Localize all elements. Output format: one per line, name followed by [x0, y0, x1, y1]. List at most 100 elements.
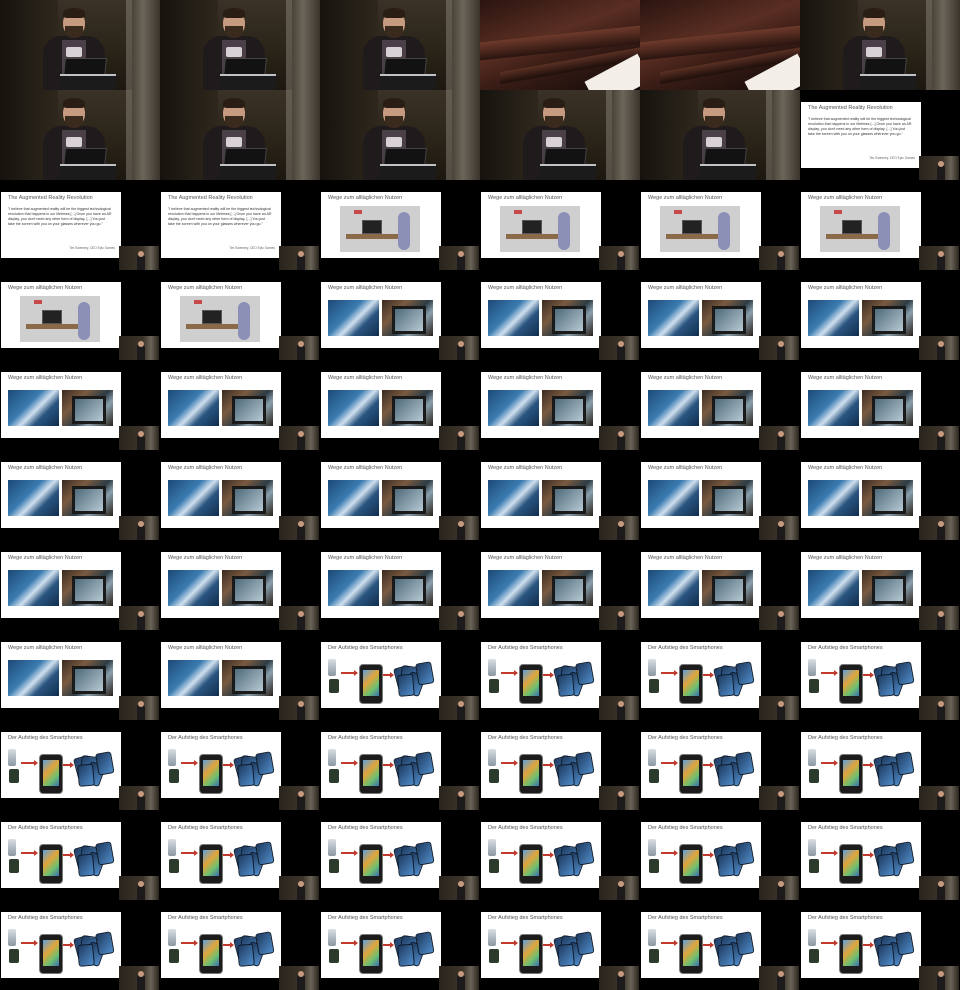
slide-everyday-use: Wege zum alltäglichen Nutzen [321, 552, 441, 618]
tablet [72, 576, 106, 604]
speaker-inset [919, 876, 959, 900]
speaker-inset [599, 336, 639, 360]
iphone-screen [843, 940, 859, 966]
photo-ar-city [168, 660, 219, 696]
smartphones-pile [873, 931, 915, 968]
frame-photos: Wege zum alltäglichen Nutzen [0, 630, 160, 720]
speaker-inset-head [458, 971, 464, 977]
slide-everyday-use: Wege zum alltäglichen Nutzen [161, 372, 281, 438]
smartphone-shape [237, 943, 255, 967]
speaker-inset [439, 336, 479, 360]
stage-wall-right [612, 90, 640, 180]
speaker-inset-head [298, 791, 304, 797]
slide-smartphone: Der Aufstieg des Smartphones [321, 732, 441, 798]
tablet [552, 396, 586, 424]
speaker-inset [759, 966, 799, 990]
speaker-beard [385, 26, 403, 38]
feature-phone [328, 749, 336, 766]
speaker-logo [226, 47, 242, 57]
slide-everyday-use: Wege zum alltäglichen Nutzen [801, 282, 921, 348]
speaker-inset [919, 246, 959, 270]
arrow [501, 940, 518, 946]
arrow [821, 670, 838, 676]
photo-ar-city [328, 480, 379, 516]
smartphones-pile [73, 841, 115, 878]
arrow [821, 940, 838, 946]
arrow [383, 852, 394, 858]
smartphone-shape [415, 841, 435, 866]
feature-phone [648, 749, 656, 766]
slide-title: Der Aufstieg des Smartphones [168, 915, 243, 921]
slide-title: Wege zum alltäglichen Nutzen [328, 465, 403, 471]
frame-quote: The Augmented Reality Revolution "I belie… [160, 180, 320, 270]
pda-phone [809, 949, 819, 963]
arrow [383, 672, 394, 678]
slide-everyday-use: Wege zum alltäglichen Nutzen [481, 192, 601, 258]
speaker-inset [279, 876, 319, 900]
frame-ceiling [480, 0, 640, 90]
feature-phone [8, 839, 16, 856]
speaker-inset [919, 336, 959, 360]
slide-everyday-use: Wege zum alltäglichen Nutzen [481, 282, 601, 348]
room-image [660, 206, 740, 252]
tablet [872, 396, 906, 424]
room-image [500, 206, 580, 252]
photo-ar-tablet [702, 300, 753, 336]
frame-speaker [0, 0, 160, 90]
speaker-inset [759, 696, 799, 720]
photo-ar-tablet [62, 570, 113, 606]
tablet [72, 396, 106, 424]
frame-photos: Wege zum alltäglichen Nutzen [0, 540, 160, 630]
pda-phone [489, 769, 499, 783]
speaker-inset [599, 966, 639, 990]
slide-title: Wege zum alltäglichen Nutzen [488, 465, 563, 471]
slide-title: Der Aufstieg des Smartphones [488, 825, 563, 831]
slide-everyday-use: Wege zum alltäglichen Nutzen [641, 372, 761, 438]
speaker-inset [119, 696, 159, 720]
pda-phone [809, 679, 819, 693]
arrow [21, 940, 38, 946]
smartphone-shape [557, 673, 575, 697]
pda-phone [809, 859, 819, 873]
smartphones-pile [713, 661, 755, 698]
speaker-inset [119, 966, 159, 990]
arrow [501, 850, 518, 856]
arrow [21, 850, 38, 856]
slide-title: Wege zum alltäglichen Nutzen [8, 645, 83, 651]
speaker-inset [599, 426, 639, 450]
speaker-inset [599, 786, 639, 810]
slide-title: Wege zum alltäglichen Nutzen [648, 195, 723, 201]
iphone-screen [843, 670, 859, 696]
smartphones-pile [393, 661, 435, 698]
feature-phone [328, 929, 336, 946]
slide-smartphone: Der Aufstieg des Smartphones [1, 822, 121, 888]
slide-everyday-use: Wege zum alltäglichen Nutzen [641, 282, 761, 348]
speaker-inset-head [618, 881, 624, 887]
smartphones-pile [713, 751, 755, 788]
smartphone-shape [255, 931, 275, 956]
pda-phone [9, 769, 19, 783]
frame-photos: Wege zum alltäglichen Nutzen [640, 540, 800, 630]
speaker-beard [865, 26, 883, 38]
photo-ar-city [808, 570, 859, 606]
frame-speaker [800, 0, 960, 90]
speaker-inset-head [618, 701, 624, 707]
frame-quote: The Augmented Reality Revolution "I belie… [0, 180, 160, 270]
smartphone-shape [877, 673, 895, 697]
arrow [341, 670, 358, 676]
arrow [821, 760, 838, 766]
smartphone-shape [735, 931, 755, 956]
speaker-inset [279, 336, 319, 360]
frame-photos: Wege zum alltäglichen Nutzen [640, 360, 800, 450]
slide-everyday-use: Wege zum alltäglichen Nutzen [161, 642, 281, 708]
photo-ar-city [488, 570, 539, 606]
slide-title: Wege zum alltäglichen Nutzen [808, 285, 883, 291]
frame-photos: Wege zum alltäglichen Nutzen [480, 360, 640, 450]
arrow [223, 762, 234, 768]
frame-room: Wege zum alltäglichen Nutzen [320, 180, 480, 270]
slide-everyday-use: Wege zum alltäglichen Nutzen [801, 192, 921, 258]
speaker-inset [119, 246, 159, 270]
slide-title: Wege zum alltäglichen Nutzen [168, 285, 243, 291]
frame-photos: Wege zum alltäglichen Nutzen [480, 450, 640, 540]
slide-ar-revolution: The Augmented Reality Revolution "I belie… [161, 192, 281, 258]
